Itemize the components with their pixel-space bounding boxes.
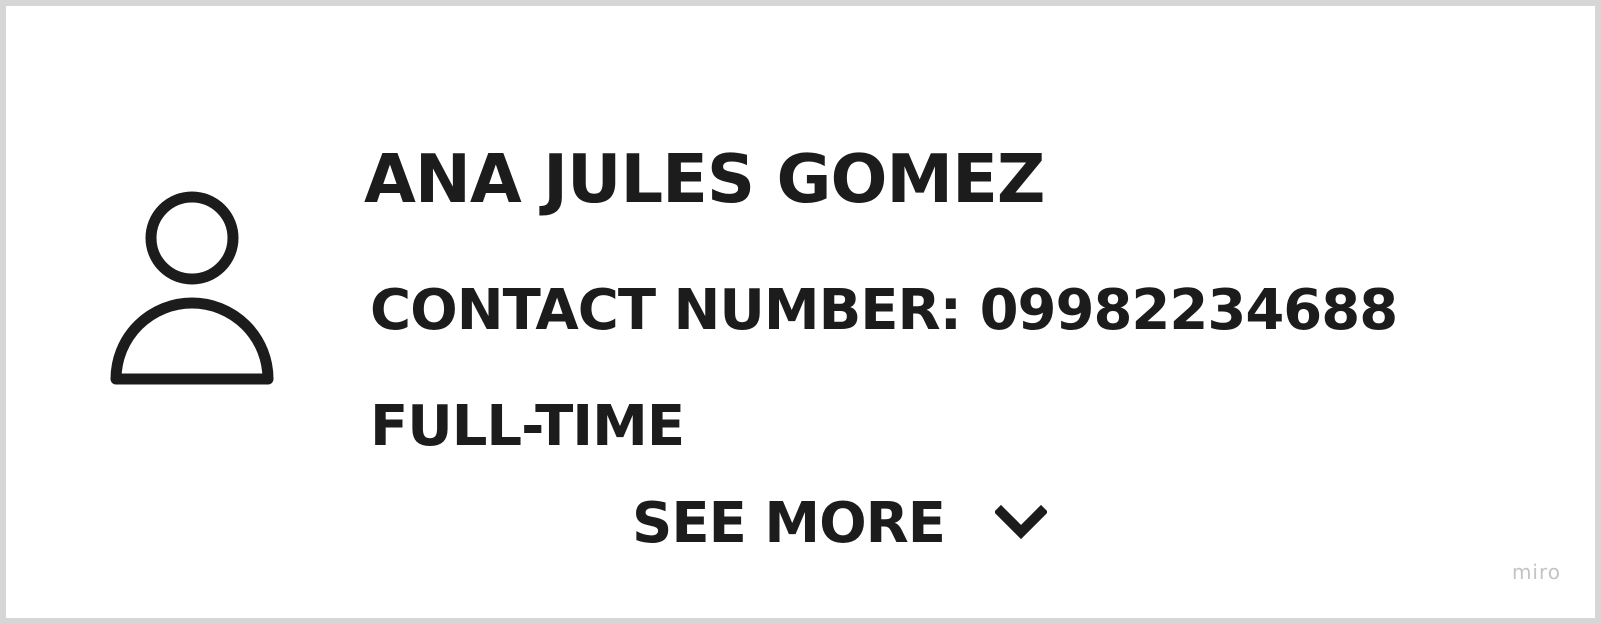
miro-watermark: miro [1511,560,1561,584]
user-avatar-icon [110,190,276,394]
employee-name: ANA JULES GOMEZ [364,140,1045,218]
see-more-button[interactable]: SEE MORE [632,486,1049,562]
contact-number: CONTACT NUMBER: 09982234688 [370,278,1398,343]
employment-type: FULL-TIME [370,394,685,459]
see-more-label: SEE MORE [632,491,946,556]
chevron-down-icon[interactable] [993,504,1049,544]
profile-card: ANA JULES GOMEZ CONTACT NUMBER: 09982234… [0,0,1601,624]
